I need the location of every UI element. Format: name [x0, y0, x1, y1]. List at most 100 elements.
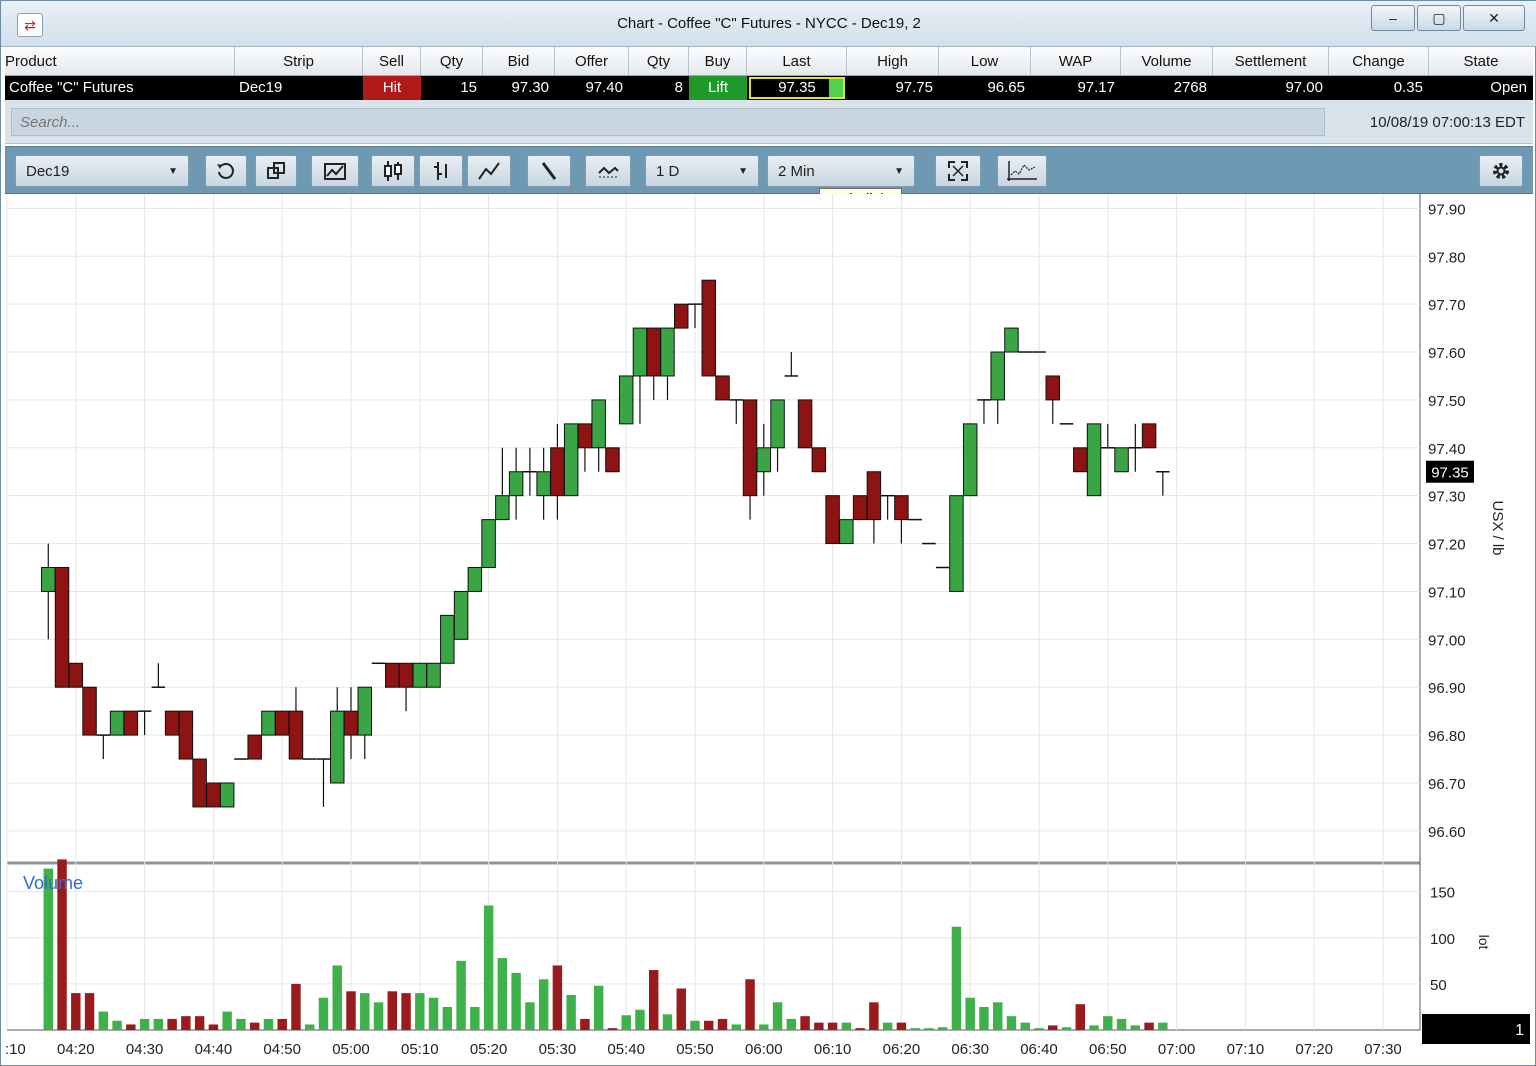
volume-bar [1020, 1022, 1030, 1030]
draw-line-button[interactable] [527, 155, 571, 187]
change-cell: 0.35 [1393, 79, 1423, 96]
header-settlement[interactable]: Settlement [1213, 47, 1329, 75]
candle-down [852, 495, 868, 521]
volume-bar [401, 993, 411, 1030]
header-state[interactable]: State [1429, 47, 1533, 75]
crosshair-button[interactable] [997, 155, 1047, 187]
header-strip[interactable]: Strip [235, 47, 363, 75]
candle-up [329, 710, 345, 784]
y-tick-label: 97.10 [1428, 584, 1466, 601]
x-tick-label: 07:30 [1364, 1041, 1402, 1058]
volume-panel-label: Volume [23, 873, 83, 893]
minimize-button[interactable]: – [1371, 5, 1415, 31]
volume-bar [360, 993, 370, 1030]
candle-up [41, 567, 56, 592]
volume-bar [1048, 1025, 1058, 1030]
candle-down [646, 327, 661, 377]
x-tick-label: 05:10 [401, 1041, 439, 1058]
volume-bar [965, 997, 975, 1030]
contract-dropdown-value: Dec19 [26, 162, 70, 180]
candle-down [164, 710, 180, 736]
range-dropdown[interactable]: 1 D ▼ [645, 155, 759, 187]
periodicity-dropdown[interactable]: 2 Min ▼ [767, 155, 915, 187]
header-volume[interactable]: Volume [1121, 47, 1213, 75]
candle-up [495, 495, 510, 521]
header-offer-qty[interactable]: Qty [629, 47, 689, 75]
y-tick-label: 97.30 [1428, 489, 1466, 506]
header-high[interactable]: High [847, 47, 939, 75]
volume-bar [552, 965, 563, 1030]
volume-bar [566, 994, 576, 1030]
candle-down [343, 710, 359, 736]
header-bid-qty[interactable]: Qty [421, 47, 483, 75]
volume-panel [7, 864, 1420, 1030]
header-product[interactable]: Product [5, 47, 235, 75]
fit-screen-button[interactable] [935, 155, 981, 187]
candle-down [82, 686, 97, 736]
price-chart-svg[interactable]: 97.90 97.80 97.70 97.60 97.50 97.40 97.30 97.20… [0, 194, 1533, 1063]
ohlc-bar-icon [434, 162, 447, 180]
candle-down [715, 375, 730, 401]
refresh-button[interactable] [205, 155, 247, 187]
bid-cell: 97.30 [511, 79, 549, 96]
header-change[interactable]: Change [1329, 47, 1429, 75]
volume-bar [236, 1018, 246, 1030]
title-bar[interactable]: ⇄ Chart - Coffee "C" Futures - NYCC - De… [1, 1, 1536, 47]
candle-up [990, 351, 1005, 401]
header-buy[interactable]: Buy [689, 47, 747, 75]
candle-down [178, 710, 194, 760]
volume-bar [126, 1024, 136, 1030]
studies-button[interactable] [585, 155, 631, 187]
header-bid[interactable]: Bid [483, 47, 555, 75]
candle-down [550, 447, 565, 497]
chart-template-button[interactable] [311, 155, 359, 187]
candle-down [398, 662, 414, 688]
candle-up [770, 399, 785, 449]
candle-down [274, 710, 290, 736]
candle-down [206, 782, 221, 808]
volume-bar [263, 1018, 274, 1030]
header-wap[interactable]: WAP [1031, 47, 1121, 75]
last-tick-indicator [829, 79, 843, 97]
line-chart-button[interactable] [467, 155, 511, 187]
bid-qty-cell: 15 [460, 79, 477, 96]
copy-window-button[interactable] [255, 155, 297, 187]
chart-area[interactable]: 97.90 97.80 97.70 97.60 97.50 97.40 97.30 97.20… [0, 194, 1533, 1063]
volume-bar [951, 926, 962, 1030]
hit-button[interactable]: Hit [363, 76, 421, 100]
candle-down [797, 399, 813, 449]
header-last[interactable]: Last [747, 47, 847, 75]
volume-bar [442, 1006, 453, 1030]
header-low[interactable]: Low [939, 47, 1031, 75]
contract-dropdown[interactable]: Dec19 ▼ [15, 155, 189, 187]
x-tick-label: 05:30 [539, 1041, 577, 1058]
candlestick-button[interactable] [371, 155, 415, 187]
close-button[interactable]: ✕ [1463, 5, 1525, 31]
volume-bar [194, 1016, 205, 1030]
volume-bar [896, 1022, 907, 1030]
maximize-button[interactable]: ▢ [1417, 5, 1461, 31]
wap-cell: 97.17 [1077, 79, 1115, 96]
volume-bar [208, 1024, 219, 1030]
candle-down [1073, 447, 1088, 473]
product-cell: Coffee "C" Futures [9, 79, 134, 96]
candle-up [962, 423, 978, 497]
window-title: Chart - Coffee "C" Futures - NYCC - Dec1… [617, 15, 921, 32]
volume-bar [717, 1018, 728, 1030]
quote-row[interactable]: Coffee "C" Futures Dec19 Hit 15 97.30 97… [5, 76, 1533, 100]
volume-bar [291, 983, 301, 1030]
refresh-icon [217, 163, 234, 179]
volume-cell: 2768 [1173, 79, 1207, 96]
lift-button[interactable]: Lift [689, 76, 747, 100]
header-offer[interactable]: Offer [555, 47, 629, 75]
volume-bar [84, 993, 95, 1030]
ohlc-bar-button[interactable] [419, 155, 463, 187]
header-sell[interactable]: Sell [363, 47, 421, 75]
y-tick-label: 97.70 [1428, 297, 1466, 314]
settings-button[interactable] [1479, 155, 1523, 187]
volume-bar [511, 972, 521, 1030]
search-input[interactable] [11, 108, 1325, 136]
x-tick-label: 06:40 [1020, 1041, 1058, 1058]
chart-window: ⇄ Chart - Coffee "C" Futures - NYCC - De… [0, 0, 1536, 1066]
candle-up [1004, 327, 1019, 353]
